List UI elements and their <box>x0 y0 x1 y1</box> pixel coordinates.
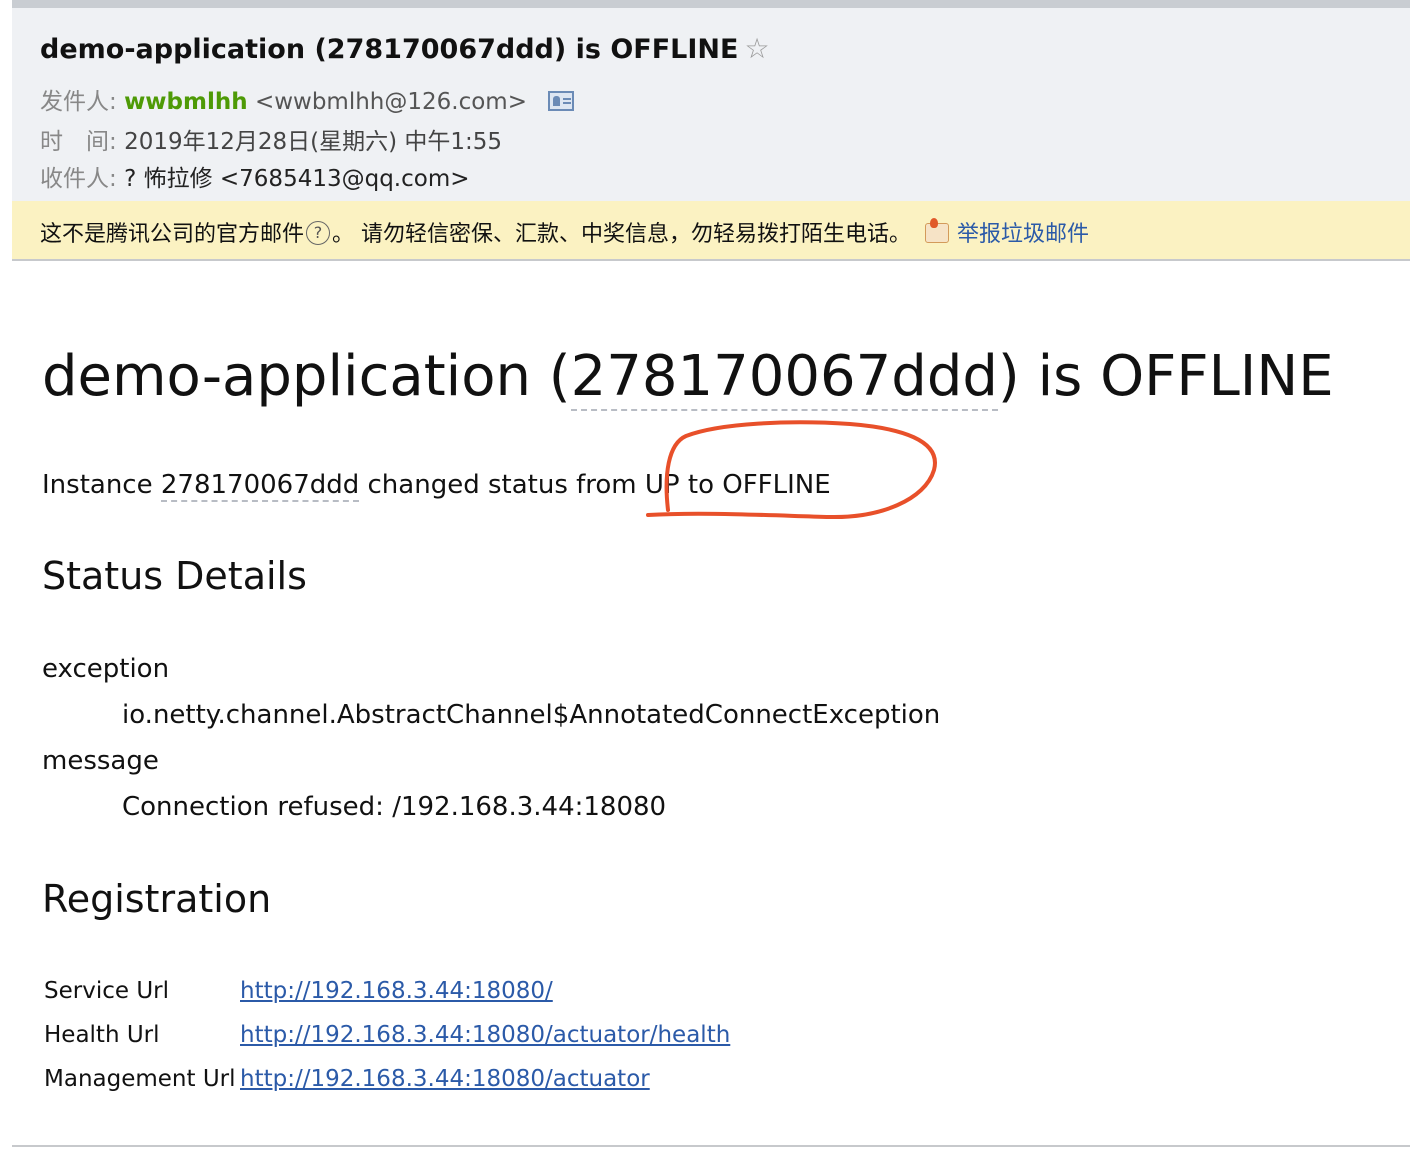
warning-text-part2: 。 请勿轻信密保、汇款、中奖信息，勿轻易拨打陌生电话。 <box>332 222 912 247</box>
mail-title-prefix: demo-application ( <box>42 344 571 409</box>
time-row: 时 间: 2019年12月28日(星期六) 中午1:55 <box>40 122 502 156</box>
star-icon[interactable]: ☆ <box>744 32 769 65</box>
email-frame: demo-application (278170067ddd) is OFFLI… <box>12 0 1410 1158</box>
registration-heading: Registration <box>42 877 272 921</box>
email-subject: demo-application (278170067ddd) is OFFLI… <box>40 32 770 65</box>
health-url-link[interactable]: http://192.168.3.44:18080/actuator/healt… <box>240 1022 730 1048</box>
mail-title-suffix: ) is OFFLINE <box>997 344 1334 409</box>
security-warning-text: 这不是腾讯公司的官方邮件?。 请勿轻信密保、汇款、中奖信息，勿轻易拨打陌生电话。… <box>40 216 1089 248</box>
email-subject-text: demo-application (278170067ddd) is OFFLI… <box>40 34 739 65</box>
sender-row: 发件人: wwbmlhh <wwbmlhh@126.com> <box>40 82 575 116</box>
message-label: message <box>42 746 159 776</box>
service-url-link[interactable]: http://192.168.3.44:18080/ <box>240 978 553 1004</box>
service-url-label: Service Url <box>44 978 169 1004</box>
sender-name[interactable]: wwbmlhh <box>124 89 248 115</box>
recipient-value: ? 怖拉修 <7685413@qq.com> <box>124 166 470 192</box>
contact-card-icon[interactable] <box>548 90 575 111</box>
recipient-row: 收件人: ? 怖拉修 <7685413@qq.com> <box>40 159 470 193</box>
report-spam-icon[interactable] <box>925 218 950 243</box>
recipient-label: 收件人: <box>40 166 117 192</box>
message-value: Connection refused: /192.168.3.44:18080 <box>122 792 667 822</box>
mail-title-instance-id[interactable]: 278170067ddd <box>570 344 998 411</box>
mail-title: demo-application (278170067ddd) is OFFLI… <box>42 344 1334 411</box>
sender-email: <wwbmlhh@126.com> <box>254 89 527 115</box>
exception-label: exception <box>42 654 170 684</box>
top-edge <box>12 0 1410 8</box>
report-spam-link[interactable]: 举报垃圾邮件 <box>957 222 1089 247</box>
health-url-label: Health Url <box>44 1022 160 1048</box>
help-icon[interactable]: ? <box>306 221 331 245</box>
time-value: 2019年12月28日(星期六) 中午1:55 <box>124 129 503 155</box>
warning-text-part1: 这不是腾讯公司的官方邮件 <box>40 222 305 247</box>
status-suffix: changed status from UP to OFFLINE <box>359 470 831 500</box>
bottom-divider <box>12 1145 1410 1147</box>
status-prefix: Instance <box>42 470 161 500</box>
status-details-heading: Status Details <box>42 554 307 598</box>
sender-label: 发件人: <box>40 89 117 115</box>
management-url-label: Management Url <box>44 1066 236 1092</box>
security-warning-bar: 这不是腾讯公司的官方邮件?。 请勿轻信密保、汇款、中奖信息，勿轻易拨打陌生电话。… <box>12 201 1410 261</box>
status-change-line: Instance 278170067ddd changed status fro… <box>42 470 831 502</box>
exception-value: io.netty.channel.AbstractChannel$Annotat… <box>122 700 941 730</box>
time-label: 时 间: <box>40 129 117 155</box>
status-instance-id[interactable]: 278170067ddd <box>160 470 360 502</box>
management-url-link[interactable]: http://192.168.3.44:18080/actuator <box>240 1066 650 1092</box>
email-header: demo-application (278170067ddd) is OFFLI… <box>12 8 1410 201</box>
